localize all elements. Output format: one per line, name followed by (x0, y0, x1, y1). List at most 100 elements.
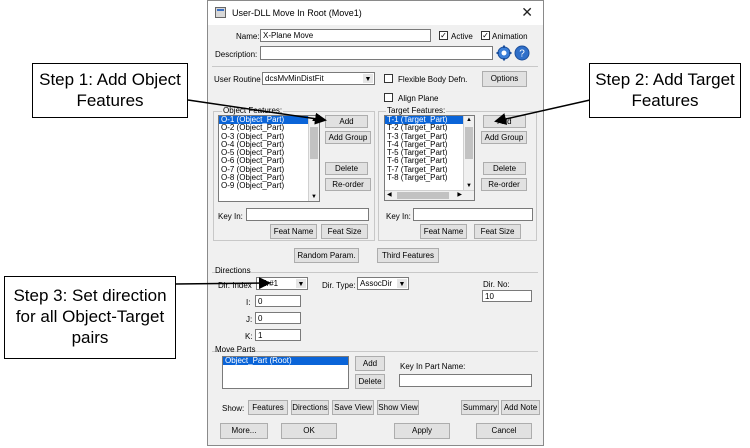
object-key-in-label: Key In: (218, 212, 243, 221)
move-parts-delete-button[interactable]: Delete (355, 374, 385, 389)
i-label: I: (246, 298, 251, 307)
step1-callout: Step 1: Add Object Features (32, 63, 188, 118)
ok-button[interactable]: OK (281, 423, 337, 439)
third-features-button[interactable]: Third Features (377, 248, 439, 263)
scroll-down-icon[interactable]: ▼ (311, 194, 317, 200)
scroll-down-icon[interactable]: ▼ (466, 183, 472, 189)
separator (212, 351, 538, 352)
gear-icon[interactable] (496, 45, 512, 61)
active-label: Active (451, 32, 473, 41)
chevron-down-icon: ▼ (363, 74, 373, 83)
animation-label: Animation (492, 32, 528, 41)
object-features-list[interactable]: O-1 (Object_Part) O-2 (Object_Part) O-3 (O… (218, 115, 320, 202)
key-in-part-name-label: Key In Part Name: (400, 362, 466, 371)
scroll-up-icon[interactable]: ▲ (466, 117, 472, 123)
description-field[interactable] (260, 46, 493, 60)
scroll-thumb[interactable] (465, 127, 473, 159)
object-delete-button[interactable]: Delete (325, 162, 368, 175)
object-reorder-button[interactable]: Re-order (325, 178, 371, 191)
flexible-body-checkbox[interactable] (384, 74, 393, 83)
name-label: Name: (236, 32, 260, 41)
dir-type-select[interactable]: AssocDir ▼ (357, 277, 409, 290)
i-field[interactable]: 0 (255, 295, 301, 307)
title-bar[interactable]: User-DLL Move In Root (Move1) ✕ (208, 1, 543, 25)
move-parts-list[interactable]: Object_Part (Root) (222, 356, 349, 389)
step2-callout: Step 2: Add Target Features (589, 63, 741, 118)
horizontal-scrollbar[interactable]: ◀ ▶ (385, 190, 474, 200)
scroll-thumb[interactable] (397, 192, 449, 199)
add-note-button[interactable]: Add Note (501, 400, 540, 415)
save-view-button[interactable]: Save View (332, 400, 374, 415)
align-plane-label: Align Plane (398, 94, 439, 103)
target-add-button[interactable]: Add (483, 115, 526, 128)
dir-index-select[interactable]: Dir#1 ▼ (256, 277, 308, 290)
k-field[interactable]: 1 (255, 329, 301, 341)
move-parts-add-button[interactable]: Add (355, 356, 385, 371)
target-features-list[interactable]: T-1 (Target_Part) T-2 (Target_Part) T-3 (T… (384, 115, 475, 201)
directions-label: Directions (215, 266, 251, 275)
close-icon[interactable]: ✕ (521, 4, 533, 21)
j-label: J: (246, 315, 253, 324)
scroll-up-icon[interactable]: ▲ (311, 117, 317, 123)
align-plane-checkbox[interactable] (384, 93, 393, 102)
show-view-button[interactable]: Show View (377, 400, 419, 415)
object-add-group-button[interactable]: Add Group (325, 131, 371, 144)
target-features-label: Target Features: (386, 106, 447, 115)
help-icon[interactable]: ? (514, 45, 530, 61)
target-delete-button[interactable]: Delete (483, 162, 526, 175)
chevron-down-icon: ▼ (397, 279, 407, 288)
app-icon (215, 7, 226, 18)
window-title: User-DLL Move In Root (Move1) (232, 8, 362, 18)
show-label: Show: (222, 404, 245, 413)
separator (212, 66, 538, 67)
cancel-button[interactable]: Cancel (476, 423, 532, 439)
scroll-left-icon[interactable]: ◀ (387, 191, 392, 198)
animation-checkbox[interactable]: ✓ (481, 31, 490, 40)
more-button[interactable]: More... (220, 423, 268, 439)
dir-no-field[interactable]: 10 (482, 290, 532, 302)
apply-button[interactable]: Apply (394, 423, 450, 439)
j-field[interactable]: 0 (255, 312, 301, 324)
key-in-part-name-field[interactable] (399, 374, 532, 387)
target-reorder-button[interactable]: Re-order (481, 178, 527, 191)
k-label: K: (245, 332, 253, 341)
dir-index-label: Dir. Index (218, 281, 252, 290)
move-parts-label: Move Parts (215, 345, 256, 354)
list-item[interactable]: O-9 (Object_Part) (219, 182, 319, 191)
svg-text:?: ? (519, 49, 525, 60)
dir-index-value: Dir#1 (259, 279, 279, 288)
target-key-in-label: Key In: (386, 212, 411, 221)
active-checkbox[interactable]: ✓ (439, 31, 448, 40)
object-feat-name-button[interactable]: Feat Name (270, 224, 317, 239)
target-add-group-button[interactable]: Add Group (481, 131, 527, 144)
scrollbar[interactable]: ▲ ▼ (308, 116, 319, 201)
flexible-body-label: Flexible Body Defn. (398, 75, 468, 84)
dir-no-label: Dir. No: (483, 280, 510, 289)
random-param-button[interactable]: Random Param. (294, 248, 359, 263)
step3-callout: Step 3: Set direction for all Object-Tar… (4, 276, 176, 359)
scroll-thumb[interactable] (310, 127, 318, 159)
chevron-down-icon: ▼ (296, 279, 306, 288)
target-feat-size-button[interactable]: Feat Size (474, 224, 521, 239)
show-features-button[interactable]: Features (248, 400, 288, 415)
dir-type-value: AssocDir (360, 279, 393, 288)
user-routine-select[interactable]: dcsMvMinDistFit ▼ (262, 72, 375, 85)
object-features-label: Object Features: (222, 106, 284, 115)
dir-type-label: Dir. Type: (322, 281, 356, 290)
object-feat-size-button[interactable]: Feat Size (321, 224, 368, 239)
user-routine-value: dcsMvMinDistFit (265, 74, 324, 83)
scroll-right-icon[interactable]: ▶ (457, 191, 462, 198)
list-item[interactable]: T-8 (Target_Part) (385, 173, 474, 182)
user-routine-label: User Routine (214, 75, 261, 84)
options-button[interactable]: Options (482, 71, 527, 87)
name-field[interactable]: X-Plane Move (260, 29, 431, 42)
summary-button[interactable]: Summary (461, 400, 499, 415)
object-key-in-field[interactable] (246, 208, 369, 221)
scrollbar[interactable]: ▲ ▼ (463, 116, 474, 190)
show-directions-button[interactable]: Directions (291, 400, 329, 415)
separator (212, 272, 538, 273)
list-item[interactable]: Object_Part (Root) (223, 357, 348, 366)
target-key-in-field[interactable] (413, 208, 533, 221)
object-add-button[interactable]: Add (325, 115, 368, 128)
target-feat-name-button[interactable]: Feat Name (420, 224, 467, 239)
